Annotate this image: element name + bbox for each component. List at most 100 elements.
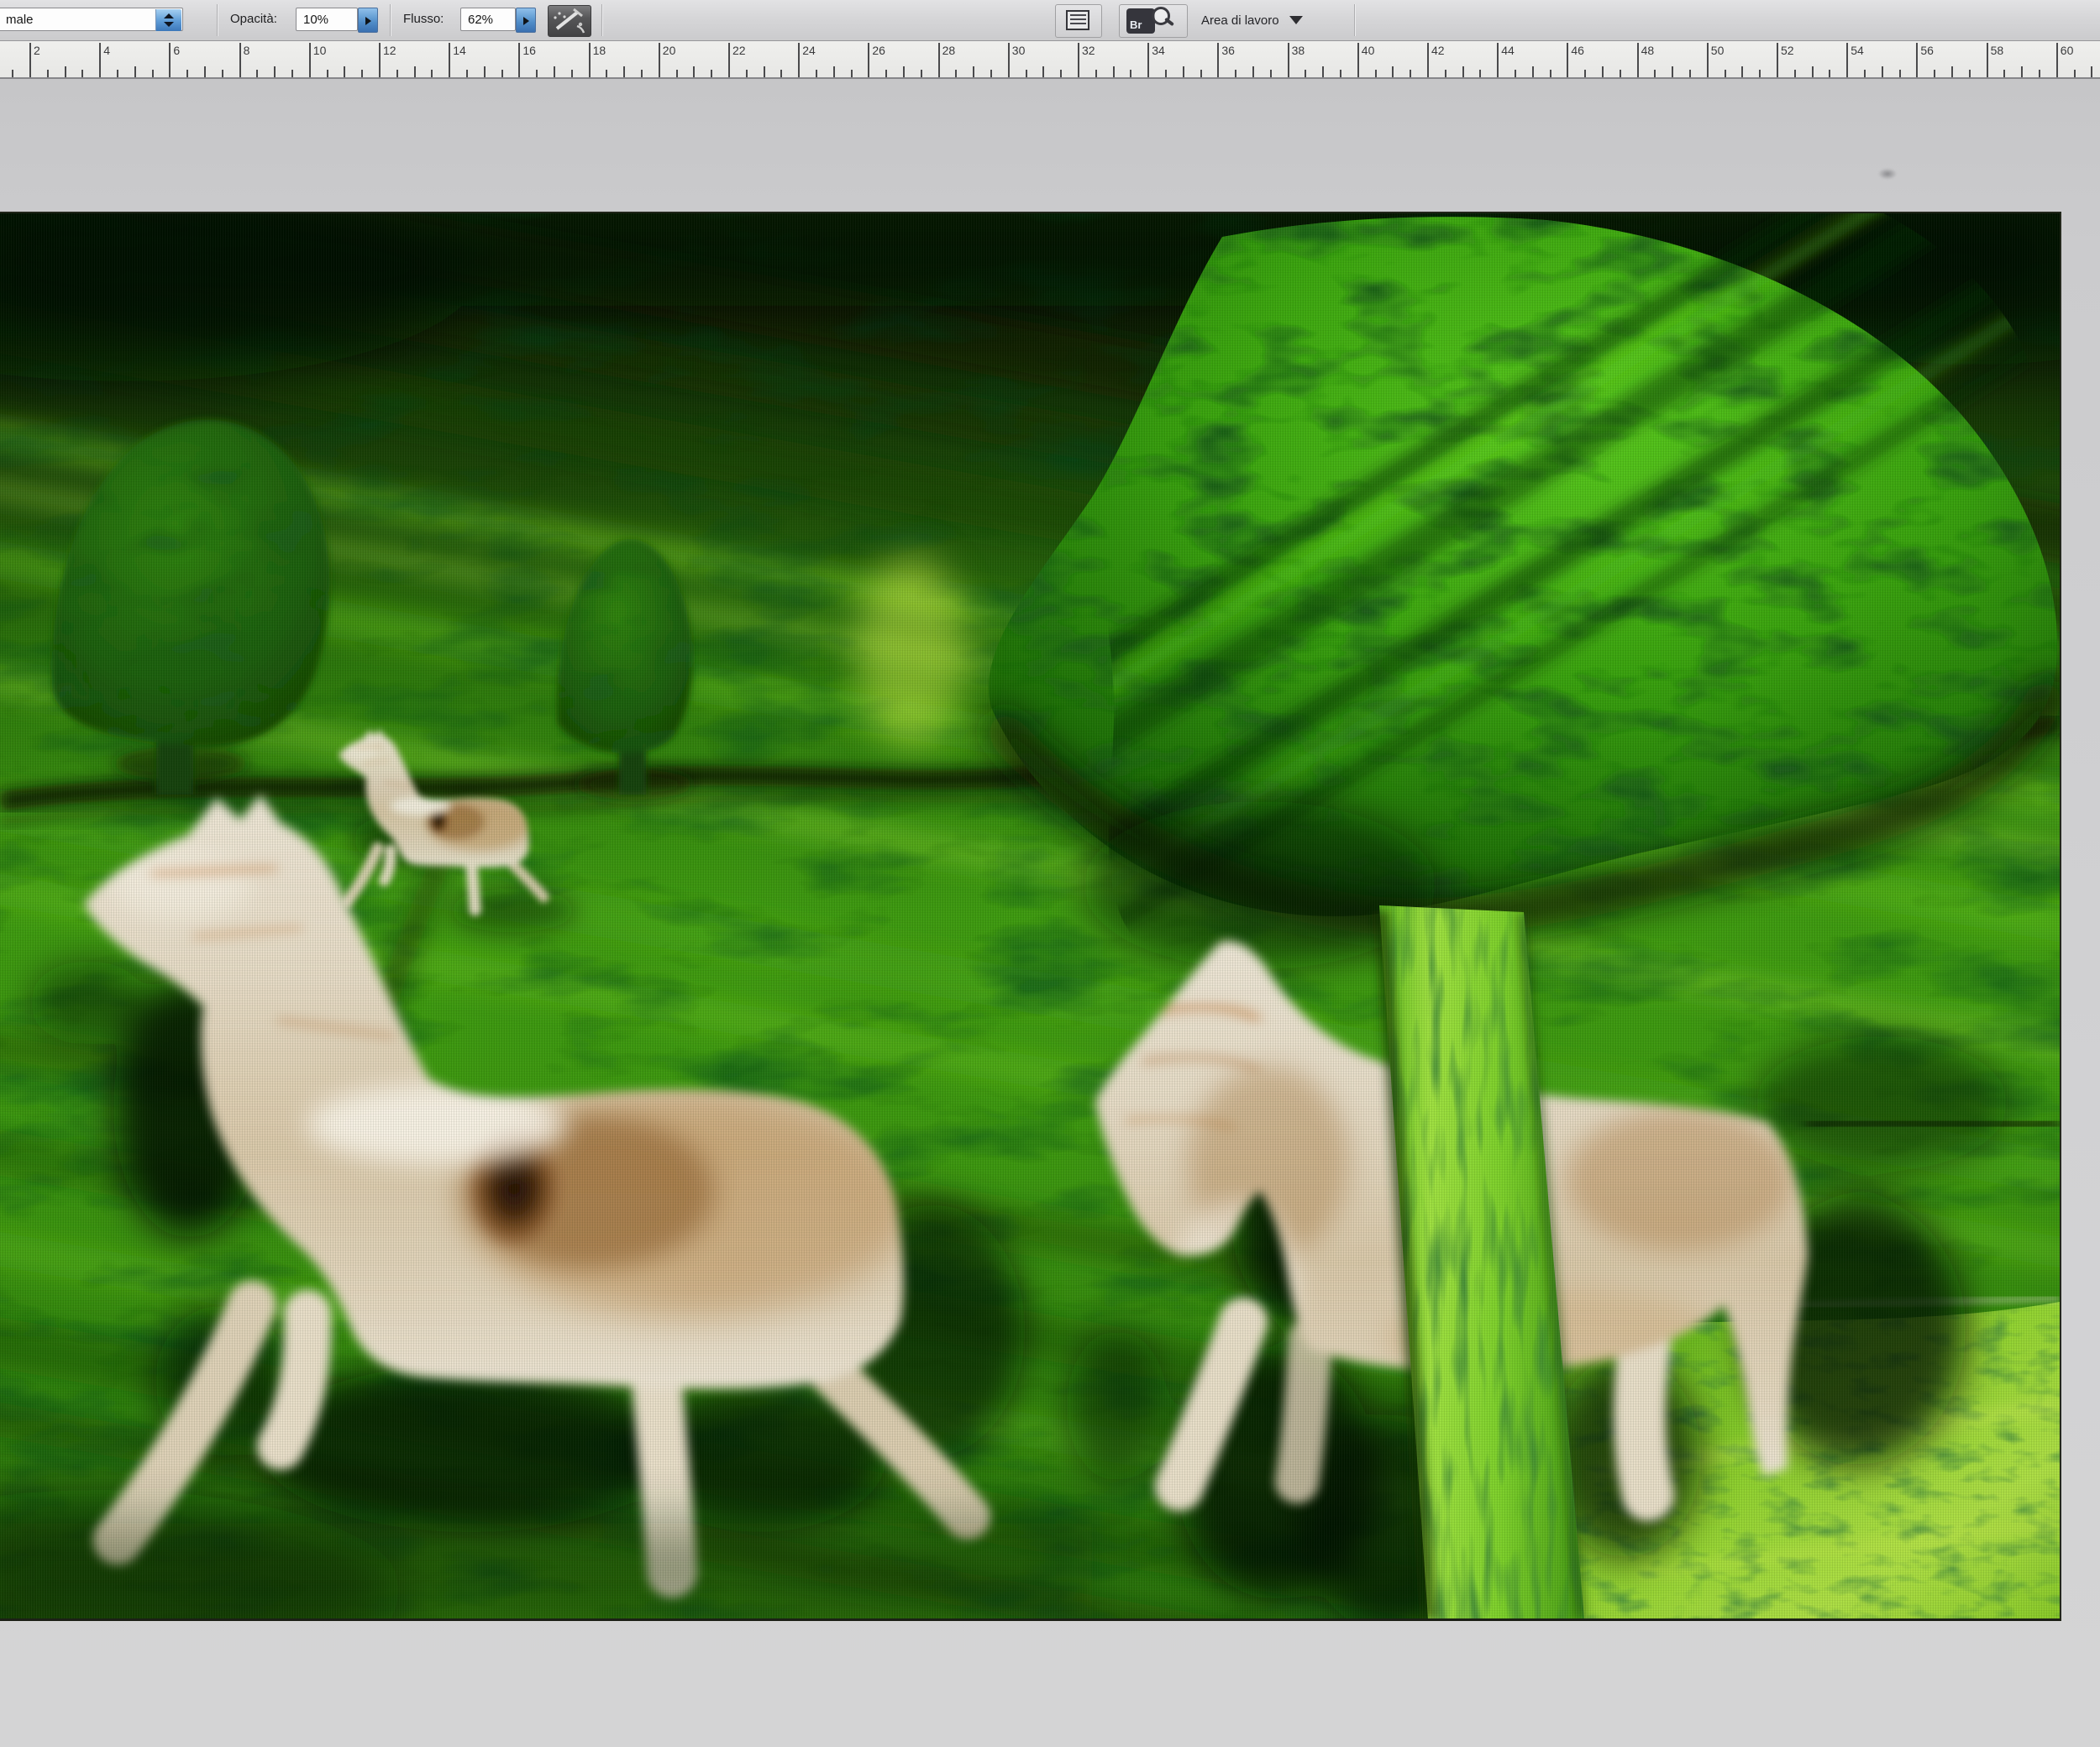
ruler-tick	[868, 43, 869, 77]
ruler-number: 28	[942, 44, 956, 57]
ruler-tick	[2021, 66, 2023, 77]
ruler-tick	[1829, 70, 1830, 77]
ruler-tick	[1532, 66, 1534, 77]
ruler-tick	[973, 66, 974, 77]
ruler-number: 20	[663, 44, 676, 57]
ruler-tick	[1620, 70, 1621, 77]
ruler-tick	[327, 70, 328, 77]
ruler-tick	[1183, 66, 1184, 77]
ruler-tick	[1375, 70, 1377, 77]
ruler-tick	[291, 70, 293, 77]
ruler-tick	[1322, 66, 1324, 77]
ruler-number: 60	[2061, 44, 2074, 57]
ruler-tick	[780, 70, 782, 77]
ruler-tick	[1934, 70, 1935, 77]
ruler-tick	[851, 70, 853, 77]
ruler-tick	[1445, 70, 1446, 77]
ruler-tick	[764, 66, 765, 77]
ruler-tick	[1550, 70, 1551, 77]
blend-mode-stepper-icon[interactable]	[155, 9, 181, 31]
ruler-tick	[1707, 43, 1709, 77]
ruler-number: 2	[34, 44, 40, 57]
airbrush-toggle-button[interactable]	[548, 5, 591, 37]
ruler-tick	[798, 43, 800, 77]
toggle-panel-button[interactable]	[1055, 4, 1102, 38]
ruler-number: 46	[1571, 44, 1584, 57]
airbrush-icon	[549, 6, 589, 34]
ruler-tick	[1846, 43, 1848, 77]
ruler-tick	[903, 66, 905, 77]
ruler-tick	[1497, 43, 1499, 77]
ruler-tick	[1095, 70, 1097, 77]
ruler-tick	[1759, 70, 1761, 77]
ruler-number: 34	[1152, 44, 1165, 57]
ruler-tick	[2074, 70, 2076, 77]
ruler-tick	[1794, 70, 1796, 77]
ruler-tick	[81, 70, 83, 77]
ruler-tick	[1200, 70, 1202, 77]
ruler-tick	[414, 66, 416, 77]
ruler-number: 58	[1991, 44, 2004, 57]
ruler-tick	[204, 66, 206, 77]
ruler-tick	[921, 70, 922, 77]
ruler-tick	[1672, 66, 1673, 77]
separator	[217, 4, 218, 36]
ruler-tick	[1602, 66, 1604, 77]
ruler-tick	[1235, 70, 1236, 77]
workspace-switcher[interactable]: Area di lavoro	[1201, 0, 1303, 40]
ruler-tick	[344, 66, 345, 77]
ruler-tick	[431, 70, 433, 77]
ruler-tick	[676, 70, 678, 77]
ruler-tick	[501, 70, 503, 77]
ruler-number: 4	[103, 44, 110, 57]
ruler-tick	[361, 70, 363, 77]
ruler-tick	[711, 70, 712, 77]
flow-value: 62%	[468, 13, 493, 27]
ruler-tick	[1567, 43, 1568, 77]
ruler-number: 18	[593, 44, 606, 57]
opacity-input[interactable]: 10%	[296, 8, 358, 31]
blend-mode-value: male	[6, 13, 34, 27]
ruler-tick	[1078, 43, 1079, 77]
ruler-tick	[1130, 70, 1131, 77]
ruler-tick	[1987, 43, 1988, 77]
ruler-tick	[1462, 66, 1464, 77]
toggle-panel-icon	[1066, 10, 1089, 30]
flow-slider-button[interactable]	[516, 8, 536, 33]
ruler[interactable]: 2468101214161820222426283032343638404244…	[0, 40, 2100, 79]
ruler-tick	[1916, 43, 1918, 77]
artwork[interactable]	[0, 213, 2060, 1618]
ruler-tick	[833, 66, 835, 77]
ruler-tick	[484, 66, 486, 77]
ruler-tick	[606, 70, 607, 77]
magnifier-icon	[1152, 7, 1170, 25]
document-canvas[interactable]	[0, 212, 2061, 1621]
blend-mode-select[interactable]: male	[0, 8, 183, 31]
ruler-tick	[1882, 66, 1883, 77]
bridge-launcher-button[interactable]: Br	[1119, 4, 1188, 38]
ruler-number: 16	[522, 44, 536, 57]
ruler-tick	[1689, 70, 1691, 77]
flow-input[interactable]: 62%	[460, 8, 516, 31]
ruler-number: 40	[1362, 44, 1375, 57]
ruler-number: 14	[453, 44, 466, 57]
ruler-tick	[1479, 70, 1481, 77]
ruler-number: 10	[313, 44, 327, 57]
ruler-tick	[746, 70, 748, 77]
opacity-slider-button[interactable]	[358, 8, 378, 33]
ruler-tick	[2003, 70, 2005, 77]
ruler-tick	[1270, 70, 1272, 77]
separator	[390, 4, 391, 36]
ruler-tick	[152, 70, 154, 77]
ruler-tick	[65, 66, 66, 77]
flow-label: Flusso:	[403, 12, 444, 26]
ruler-number: 30	[1012, 44, 1026, 57]
ruler-number: 54	[1851, 44, 1864, 57]
bridge-badge: Br	[1130, 18, 1142, 31]
ruler-tick	[1113, 66, 1115, 77]
ruler-tick	[1864, 70, 1866, 77]
opacity-value: 10%	[303, 13, 328, 27]
dust-smudge	[1875, 166, 1900, 181]
ruler-tick	[1060, 70, 1062, 77]
ruler-tick	[728, 43, 730, 77]
